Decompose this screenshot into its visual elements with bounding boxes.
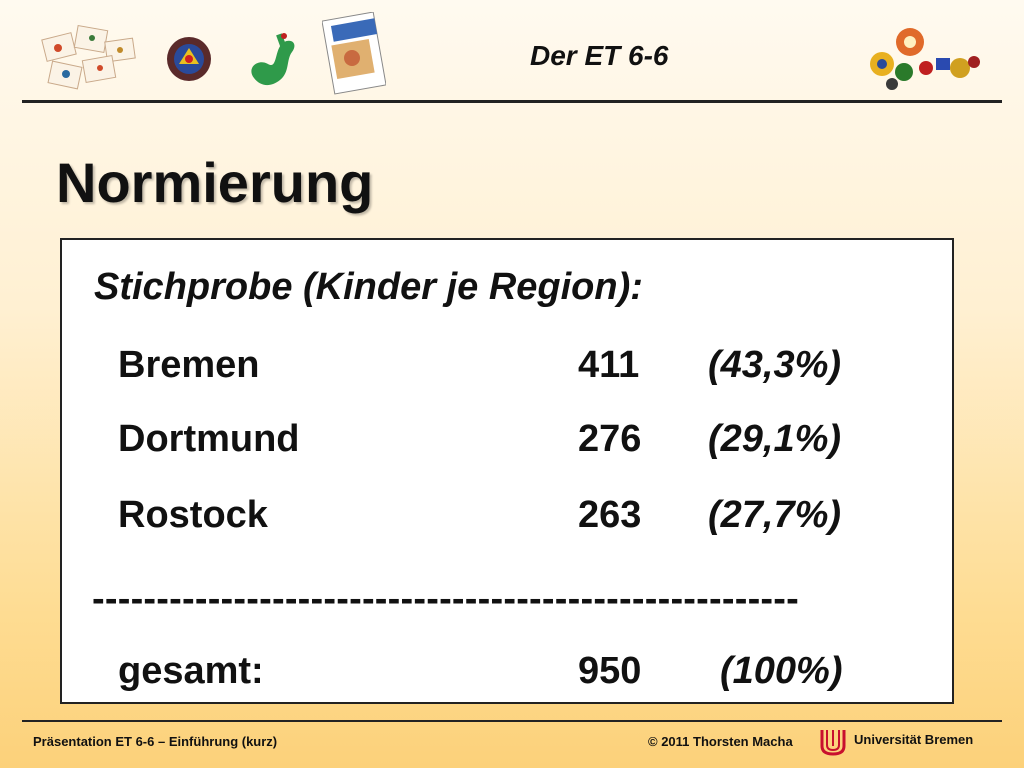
picture-cards-image bbox=[41, 24, 136, 90]
region-count: 411 bbox=[578, 344, 640, 386]
header-title: Der ET 6-6 bbox=[530, 40, 669, 71]
separator-line: ----------------------------------------… bbox=[92, 578, 799, 620]
region-percent: (29,1%) bbox=[708, 418, 842, 460]
region-name: Bremen bbox=[118, 344, 260, 386]
green-toy-image bbox=[251, 33, 295, 86]
region-percent: (27,7%) bbox=[708, 494, 842, 536]
footer-university: Universität Bremen bbox=[854, 732, 974, 747]
university-logo-icon bbox=[820, 730, 846, 756]
sample-heading: Stichprobe (Kinder je Region): bbox=[94, 266, 643, 308]
footer-divider bbox=[22, 720, 1002, 722]
slide-title: Normierung bbox=[56, 151, 374, 214]
header-divider bbox=[22, 100, 1002, 103]
sample-table-box: Stichprobe (Kinder je Region): Bremen 41… bbox=[60, 238, 954, 704]
total-percent: (100%) bbox=[720, 650, 843, 692]
footer-copyright: © 2011 Thorsten Macha bbox=[648, 734, 793, 749]
total-count: 950 bbox=[578, 650, 642, 692]
test-manual-cover-image bbox=[322, 12, 386, 95]
region-count: 276 bbox=[578, 418, 642, 460]
total-label: gesamt: bbox=[118, 650, 264, 692]
board-game-image bbox=[167, 37, 211, 81]
region-name: Dortmund bbox=[118, 418, 300, 460]
slide-header: Der ET 6-6 bbox=[0, 0, 1024, 104]
region-name: Rostock bbox=[118, 494, 268, 536]
region-count: 263 bbox=[578, 494, 642, 536]
region-percent: (43,3%) bbox=[708, 344, 842, 386]
footer-presentation-title: Präsentation ET 6-6 – Einführung (kurz) bbox=[33, 734, 278, 749]
toy-objects-image bbox=[870, 28, 980, 90]
